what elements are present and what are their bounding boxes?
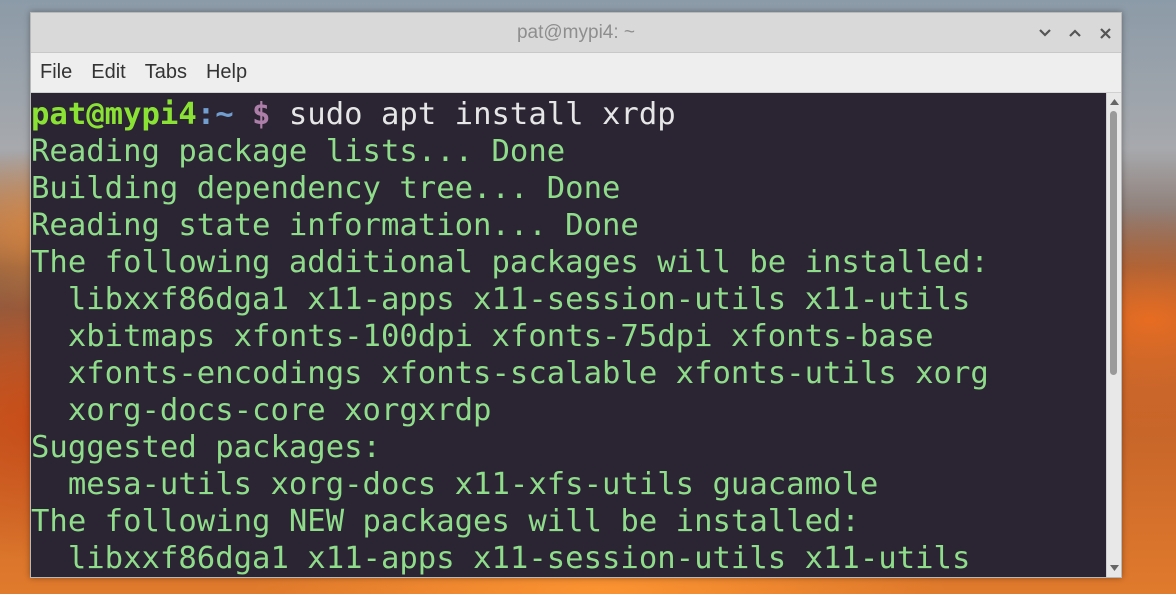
prompt-path: ~ <box>215 97 234 132</box>
output-line: Building dependency tree... Done <box>31 171 621 206</box>
close-icon[interactable] <box>1097 25 1113 41</box>
output-line: The following NEW packages will be insta… <box>31 504 860 539</box>
output-line: Reading package lists... Done <box>31 134 566 169</box>
output-line: xfonts-encodings xfonts-scalable xfonts-… <box>31 356 989 391</box>
terminal-window: pat@mypi4: ~ File Edit Tabs Help pat@myp… <box>30 12 1122 578</box>
prompt-separator: : <box>196 97 216 132</box>
minimize-icon[interactable] <box>1037 25 1053 41</box>
output-line: The following additional packages will b… <box>31 245 989 280</box>
output-line: xorg-docs-core xorgxrdp <box>31 393 492 428</box>
title-bar[interactable]: pat@mypi4: ~ <box>31 13 1121 53</box>
terminal-output[interactable]: pat@mypi4:~ $ sudo apt install xrdp Read… <box>31 93 1106 577</box>
menu-bar: File Edit Tabs Help <box>31 53 1121 93</box>
output-line: Suggested packages: <box>31 430 381 465</box>
menu-help[interactable]: Help <box>206 61 247 84</box>
output-line: libxxf86dga1 x11-apps x11-session-utils … <box>31 541 971 576</box>
menu-file[interactable]: File <box>40 61 72 84</box>
prompt-user: pat@mypi4 <box>31 97 197 132</box>
window-controls <box>1037 13 1113 53</box>
vertical-scrollbar[interactable] <box>1106 93 1121 577</box>
output-line: Reading state information... Done <box>31 208 639 243</box>
scrollbar-thumb[interactable] <box>1110 111 1117 375</box>
output-line: libxxf86dga1 x11-apps x11-session-utils … <box>31 282 971 317</box>
menu-edit[interactable]: Edit <box>91 61 125 84</box>
terminal-text: pat@mypi4:~ $ sudo apt install xrdp Read… <box>31 93 1106 577</box>
command-text: sudo apt install xrdp <box>288 97 676 132</box>
window-title: pat@mypi4: ~ <box>516 22 636 43</box>
prompt-line: pat@mypi4:~ $ sudo apt install xrdp <box>31 97 676 132</box>
maximize-icon[interactable] <box>1067 25 1083 41</box>
menu-tabs[interactable]: Tabs <box>145 61 187 84</box>
prompt-symbol: $ <box>252 97 271 132</box>
output-line: xbitmaps xfonts-100dpi xfonts-75dpi xfon… <box>31 319 934 354</box>
scroll-up-icon[interactable] <box>1107 95 1121 109</box>
scroll-down-icon[interactable] <box>1107 561 1121 575</box>
output-line: mesa-utils xorg-docs x11-xfs-utils guaca… <box>31 467 879 502</box>
